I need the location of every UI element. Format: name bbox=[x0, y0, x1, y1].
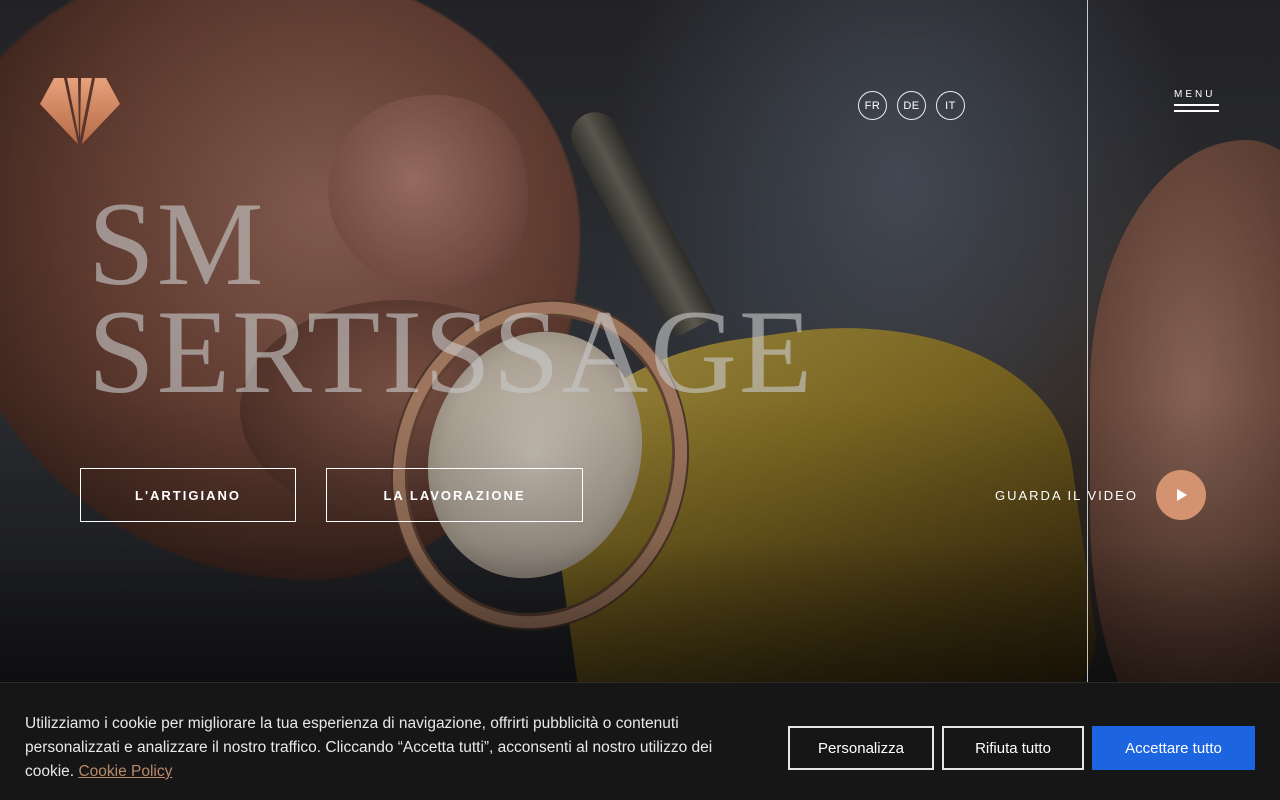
artisan-button[interactable]: L'ARTIGIANO bbox=[80, 468, 296, 522]
process-button[interactable]: LA LAVORAZIONE bbox=[326, 468, 583, 522]
decorative-divider bbox=[1087, 0, 1088, 682]
play-video-button[interactable] bbox=[1156, 470, 1206, 520]
hamburger-icon-bar bbox=[1174, 104, 1219, 106]
language-switcher: FR DE IT bbox=[858, 91, 965, 120]
language-fr-button[interactable]: FR bbox=[858, 91, 887, 120]
menu-label: MENU bbox=[1174, 89, 1216, 100]
cookie-policy-link[interactable]: Cookie Policy bbox=[78, 763, 172, 780]
play-icon bbox=[1177, 489, 1187, 501]
watch-video-label[interactable]: GUARDA IL VIDEO bbox=[995, 488, 1138, 503]
reject-all-button[interactable]: Rifiuta tutto bbox=[942, 726, 1084, 770]
hero-title: SM SERTISSAGE bbox=[88, 177, 815, 418]
cookie-banner: Utilizziamo i cookie per migliorare la t… bbox=[0, 682, 1280, 800]
hamburger-icon-bar bbox=[1174, 110, 1219, 112]
personalize-button[interactable]: Personalizza bbox=[788, 726, 934, 770]
diamond-logo-icon[interactable] bbox=[40, 76, 120, 146]
cookie-text: Utilizziamo i cookie per migliorare la t… bbox=[25, 712, 765, 784]
menu-button[interactable]: MENU bbox=[1174, 89, 1222, 112]
accept-all-button[interactable]: Accettare tutto bbox=[1092, 726, 1255, 770]
hero-title-line2: SERTISSAGE bbox=[88, 285, 815, 418]
language-it-button[interactable]: IT bbox=[936, 91, 965, 120]
hero-title-line1: SM bbox=[88, 177, 266, 310]
language-de-button[interactable]: DE bbox=[897, 91, 926, 120]
